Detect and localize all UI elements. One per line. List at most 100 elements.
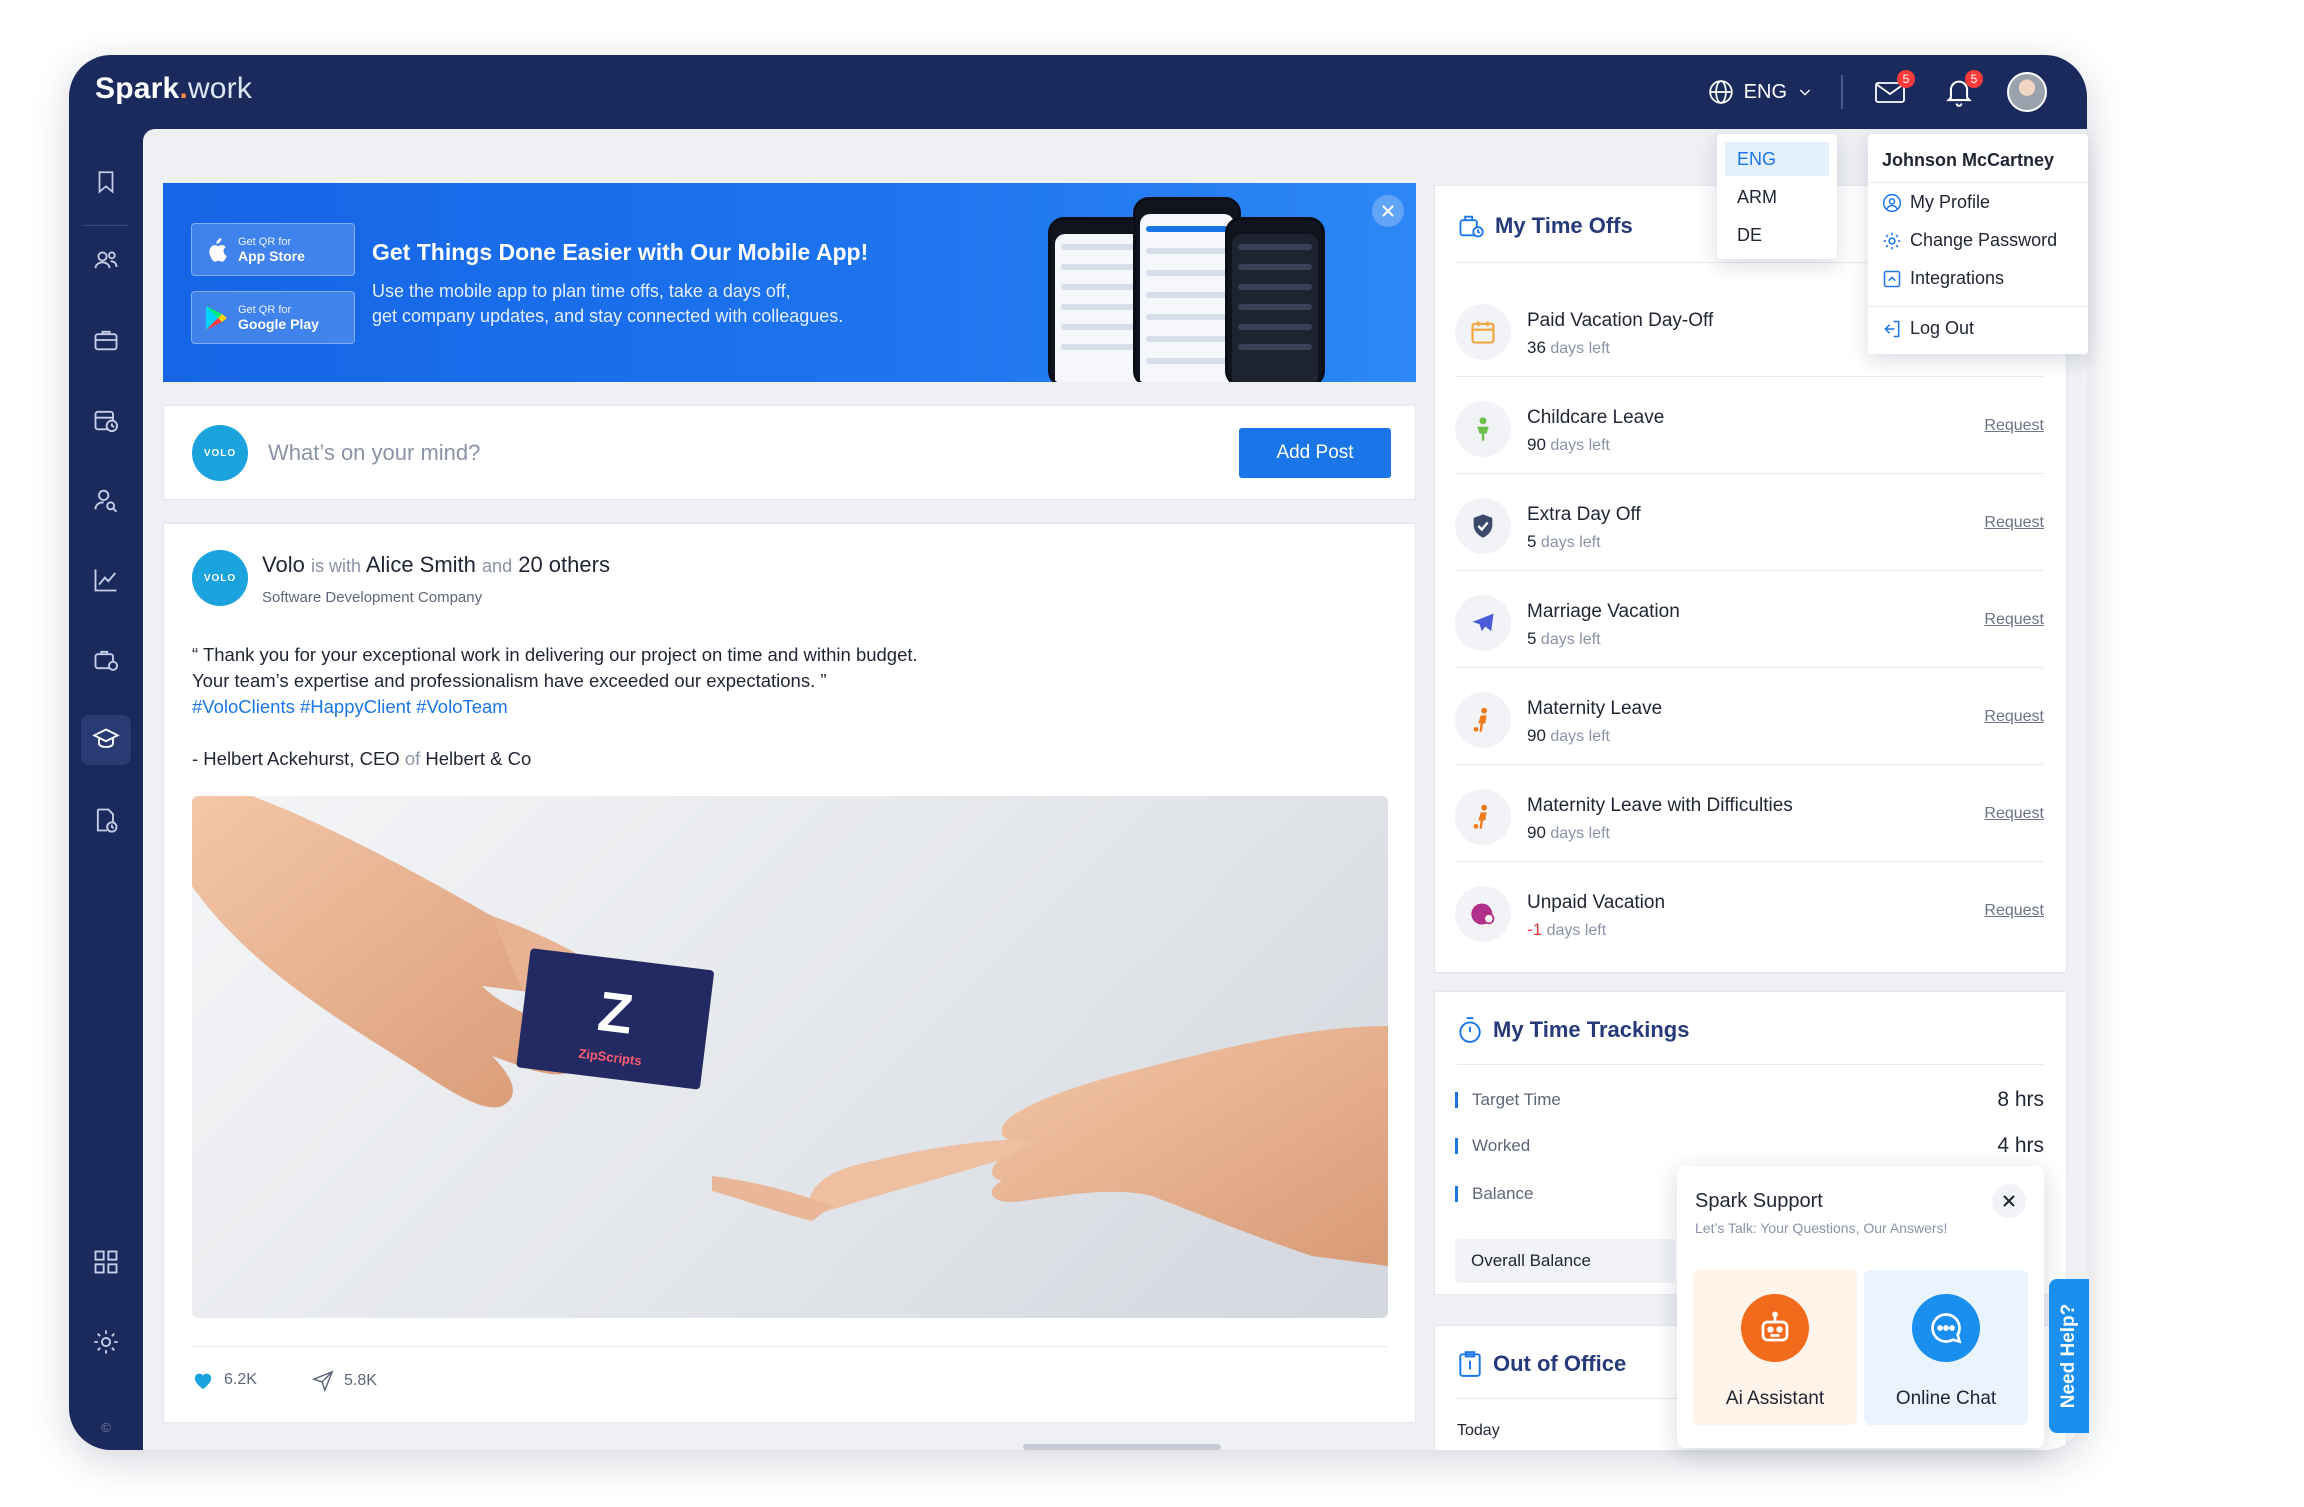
card-divider	[1457, 1064, 2044, 1065]
user-search-icon	[94, 489, 118, 513]
sidebar-item-documents[interactable]	[81, 795, 131, 845]
time-off-request-link[interactable]: Request	[1984, 611, 2044, 629]
out-of-office-title: Out of Office	[1457, 1350, 1626, 1378]
language-switcher[interactable]: ENG	[1708, 79, 1813, 105]
plane-icon	[1455, 595, 1511, 651]
mobile-app-banner: Get QR for App Store Get QR for Google Pla…	[163, 183, 1416, 382]
time-off-request-link[interactable]: Request	[1984, 902, 2044, 920]
unpaid-icon	[1455, 886, 1511, 942]
close-icon	[2003, 1195, 2015, 1207]
phone-mockup-right	[1225, 217, 1325, 382]
apple-icon	[209, 237, 227, 262]
stroller-icon	[1455, 692, 1511, 748]
post-footer-divider	[192, 1346, 1387, 1347]
feed-post: VOLO Volo is with Alice Smith and 20 oth…	[163, 523, 1416, 1423]
support-title: Spark Support	[1695, 1190, 1823, 1212]
topbar-actions: ENG 5 5	[1708, 69, 2047, 115]
heart-icon	[194, 1373, 212, 1390]
support-close-button[interactable]	[1992, 1184, 2026, 1218]
app-logo[interactable]: Spark.work	[95, 72, 252, 106]
post-hashtags[interactable]: #VoloClients #HappyClient #VoloTeam	[192, 694, 1342, 720]
handshake-illustration: ZipScripts Z	[192, 796, 1388, 1266]
overall-balance-button[interactable]: Overall Balance	[1455, 1239, 1675, 1283]
post-text: “ Thank you for your exceptional work in…	[192, 642, 1342, 720]
sidebar-item-projects[interactable]	[81, 315, 131, 365]
sidebar-item-learning[interactable]	[81, 715, 131, 765]
chart-icon	[94, 569, 117, 592]
time-off-row: Maternity Leave 90 days left Request	[1455, 668, 2044, 765]
time-off-request-link[interactable]: Request	[1984, 708, 2044, 726]
robot-icon	[1741, 1294, 1809, 1362]
horizontal-scrollbar[interactable]	[1023, 1444, 1221, 1450]
mail-button[interactable]: 5	[1871, 70, 1915, 112]
menu-item-change-password[interactable]: Change Password	[1882, 230, 2057, 251]
menu-item-log-out[interactable]: Log Out	[1882, 318, 1974, 339]
online-chat-button[interactable]: Online Chat	[1864, 1270, 2028, 1425]
notifications-badge: 5	[1965, 70, 1983, 88]
menu-divider	[1868, 306, 2088, 307]
sidebar-item-people[interactable]	[81, 235, 131, 285]
post-company: Software Development Company	[262, 589, 483, 606]
send-icon	[312, 1370, 334, 1392]
time-off-days: 90 days left	[1527, 435, 1610, 454]
user-avatar[interactable]	[2007, 72, 2047, 112]
sidebar-item-settings[interactable]	[81, 1317, 131, 1367]
time-off-request-link[interactable]: Request	[1984, 417, 2044, 435]
calendar-icon	[1455, 304, 1511, 360]
child-icon	[1455, 401, 1511, 457]
time-off-name: Paid Vacation Day-Off	[1527, 310, 1714, 331]
need-help-tab[interactable]: Need Help?	[2049, 1279, 2089, 1433]
time-off-row: Maternity Leave with Difficulties 90 days…	[1455, 765, 2044, 862]
post-header: Volo is with Alice Smith and 20 others	[262, 552, 610, 577]
stopwatch-icon	[1459, 1017, 1481, 1043]
sidebar-item-calendar[interactable]	[81, 395, 131, 445]
topbar-divider	[1841, 75, 1843, 109]
app-store-qr-button[interactable]: Get QR for App Store	[191, 223, 355, 276]
time-offs-title: My Time Offs	[1457, 212, 1633, 240]
menu-item-integrations[interactable]: Integrations	[1882, 268, 2004, 289]
mail-badge: 5	[1897, 70, 1915, 88]
suitcase-icon	[1459, 215, 1484, 238]
users-icon	[94, 251, 118, 269]
menu-item-my-profile[interactable]: My Profile	[1882, 192, 1990, 213]
post-author[interactable]: Volo	[262, 552, 305, 577]
time-off-row: Marriage Vacation 5 days left Request	[1455, 571, 2044, 668]
post-author-logo[interactable]: VOLO	[192, 550, 248, 606]
time-off-days: 5 days left	[1527, 629, 1601, 648]
time-off-days: 5 days left	[1527, 532, 1601, 551]
post-signature: - Helbert Ackehurst, CEO of Helbert & Co	[192, 748, 532, 769]
post-input[interactable]: What’s on your mind?	[268, 440, 480, 466]
banner-description: Use the mobile app to plan time offs, ta…	[372, 281, 844, 326]
notifications-button[interactable]: 5	[1939, 70, 1983, 112]
time-off-request-link[interactable]: Request	[1984, 514, 2044, 532]
clipboard-icon	[1459, 1351, 1481, 1377]
like-count: 6.2K	[224, 1371, 257, 1388]
stroller-icon	[1455, 789, 1511, 845]
sidebar-item-dashboard[interactable]	[81, 1237, 131, 1287]
post-tagged-others[interactable]: 20 others	[518, 552, 610, 577]
time-off-row: Unpaid Vacation -1 days left Request	[1455, 862, 2044, 959]
share-button[interactable]: 5.8K	[312, 1370, 377, 1392]
share-count: 5.8K	[344, 1372, 377, 1389]
language-option-de[interactable]: DE	[1725, 218, 1829, 252]
banner-close-button[interactable]	[1372, 195, 1404, 227]
sidebar-item-team[interactable]	[81, 475, 131, 525]
language-dropdown: ENG ARM DE	[1717, 134, 1837, 259]
sidebar-item-bookmarks[interactable]	[81, 157, 131, 207]
post-tagged-user[interactable]: Alice Smith	[366, 552, 476, 577]
sidebar-item-jobs[interactable]	[81, 635, 131, 685]
ai-assistant-button[interactable]: Ai Assistant	[1693, 1270, 1857, 1425]
grid-icon	[94, 1250, 118, 1274]
google-play-qr-button[interactable]: Get QR for Google Play	[191, 291, 355, 344]
graduation-icon	[92, 728, 120, 748]
time-off-row: Extra Day Off 5 days left Request	[1455, 474, 2044, 571]
language-option-eng[interactable]: ENG	[1725, 142, 1829, 176]
post-image[interactable]: ZipScripts Z	[192, 796, 1388, 1318]
shield-icon	[1455, 498, 1511, 554]
add-post-button[interactable]: Add Post	[1239, 428, 1391, 478]
support-popup: Spark Support Let’s Talk: Your Questions…	[1677, 1166, 2044, 1448]
sidebar-item-analytics[interactable]	[81, 555, 131, 605]
like-button[interactable]: 6.2K	[192, 1370, 257, 1390]
language-option-arm[interactable]: ARM	[1725, 180, 1829, 214]
time-off-request-link[interactable]: Request	[1984, 805, 2044, 823]
